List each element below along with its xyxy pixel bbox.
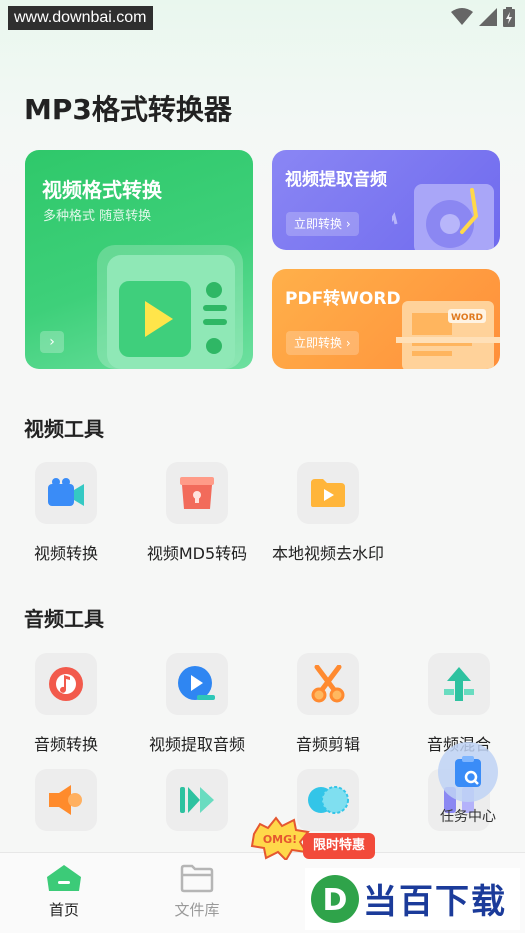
fast-forward-icon	[180, 787, 214, 813]
play-circle-icon	[178, 666, 215, 700]
audio-tools-title: 音频工具	[24, 607, 104, 631]
tool-label: 视频转换	[33, 544, 98, 563]
extract-audio-card[interactable]: 视频提取音频 立即转换 ›	[272, 150, 500, 250]
task-center-button[interactable]: 任务中心	[432, 742, 504, 826]
turntable-icon	[392, 184, 494, 250]
folder-icon	[180, 864, 214, 893]
logo-letter: D	[323, 883, 348, 918]
logo-text: 当百下载	[363, 882, 507, 922]
nav-home-label: 首页	[48, 901, 79, 919]
omg-badge-icon: OMG!	[250, 816, 310, 860]
tool-label: 视频MD5转码	[146, 544, 248, 563]
clipboard-icon	[455, 756, 481, 787]
watermark-text: www.downbai.com	[8, 6, 153, 30]
tool-label: 本地视频去水印	[271, 544, 384, 563]
scissors-icon	[311, 665, 345, 703]
document-icon: WORD	[396, 301, 500, 369]
battery-icon	[503, 7, 515, 27]
overlap-circles-icon	[308, 786, 349, 814]
folder-play-icon	[311, 479, 345, 507]
music-disc-icon	[49, 667, 83, 701]
promo-tag[interactable]: 限时特惠	[303, 833, 375, 859]
extract-audio-card-title: 视频提取音频	[285, 170, 387, 190]
md5-box-icon	[180, 477, 214, 509]
tool-extract-audio[interactable]: 视频提取音频	[137, 653, 257, 755]
download-logo: D 当百下载	[305, 868, 520, 930]
tool-label: 音频剪辑	[295, 735, 360, 754]
video-convert-card[interactable]: 视频格式转换 多种格式 随意转换 ›	[25, 150, 253, 369]
video-tools-title: 视频工具	[24, 417, 104, 441]
speaker-icon	[49, 785, 82, 815]
video-convert-card-subtitle: 多种格式 随意转换	[43, 209, 152, 224]
video-convert-card-title: 视频格式转换	[42, 178, 162, 202]
tool-remove-watermark[interactable]: 本地视频去水印	[268, 462, 388, 564]
tv-play-icon	[97, 245, 243, 369]
omg-text: OMG!	[263, 833, 297, 846]
task-center-label: 任务中心	[440, 809, 496, 825]
video-camera-icon	[48, 478, 84, 506]
pdf-to-word-convert-button[interactable]: 立即转换 ›	[286, 331, 359, 355]
nav-files-label: 文件库	[174, 901, 220, 919]
status-bar: www.downbai.com	[0, 0, 525, 34]
tool-label: 音频转换	[33, 735, 98, 754]
signal-icon	[479, 8, 497, 26]
tool-audio-mix[interactable]: 音频混合	[399, 653, 519, 755]
nav-home[interactable]: 首页	[24, 863, 104, 920]
extract-audio-convert-button[interactable]: 立即转换 ›	[286, 212, 359, 236]
tool-label: 视频提取音频	[148, 735, 245, 754]
video-convert-arrow-button[interactable]: ›	[40, 331, 64, 353]
home-icon	[47, 865, 81, 891]
pdf-to-word-card[interactable]: PDF转WORD 立即转换 › WORD	[272, 269, 500, 369]
logo-d-icon: D	[311, 875, 359, 923]
nav-files[interactable]: 文件库	[157, 863, 237, 920]
merge-arrows-icon	[444, 667, 474, 701]
app-title: MP3格式转换器	[24, 93, 232, 126]
wifi-icon	[451, 8, 473, 25]
pdf-to-word-card-title: PDF转WORD	[285, 289, 401, 309]
tool-audio-edit[interactable]: 音频剪辑	[268, 653, 388, 755]
word-badge: WORD	[451, 313, 483, 323]
tool-video-convert[interactable]: 视频转换	[6, 462, 126, 564]
tool-audio-convert[interactable]: 音频转换	[6, 653, 126, 755]
tool-video-md5[interactable]: 视频MD5转码	[137, 462, 257, 564]
